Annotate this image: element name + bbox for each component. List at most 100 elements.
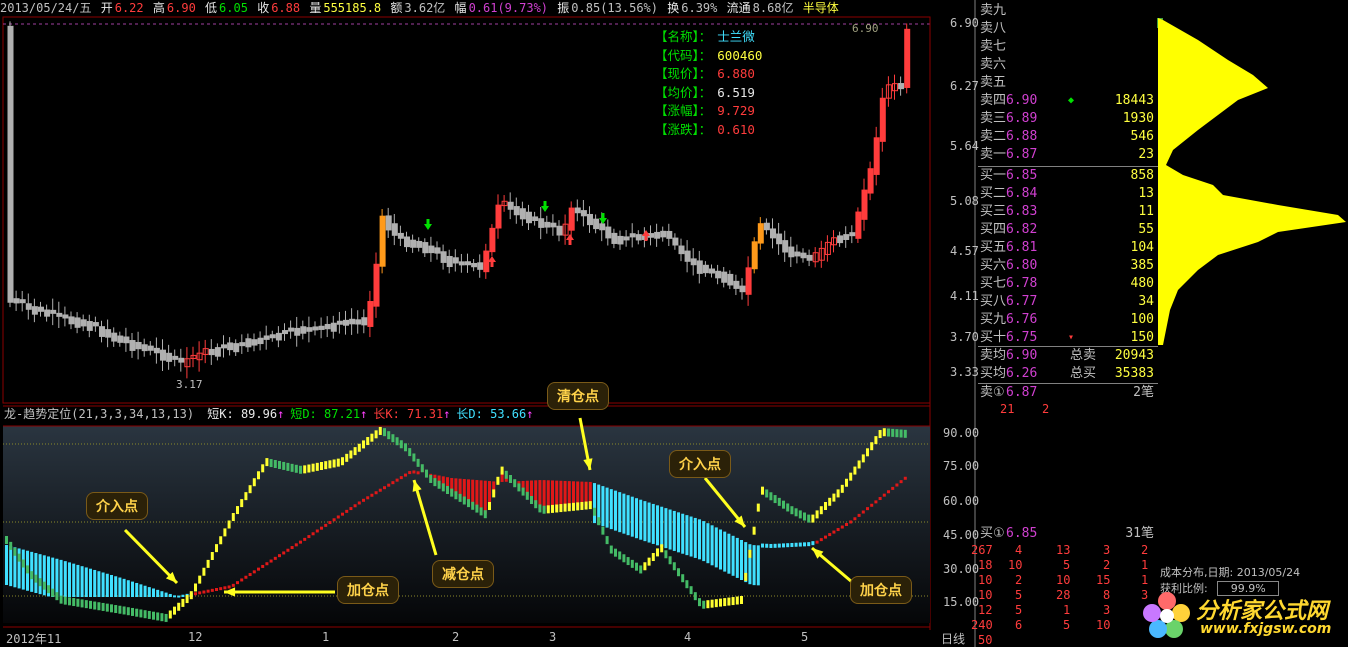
short-line-bar (168, 610, 172, 619)
short-line-bar (244, 492, 248, 501)
candle-body (446, 255, 453, 268)
level-volume: 1930 (1122, 111, 1154, 126)
long-line-bar (311, 532, 315, 536)
order-book-row[interactable]: 买二 6.84 13 (978, 185, 1156, 203)
order-book-row[interactable]: 卖六 (978, 56, 1156, 74)
short-line-bar (630, 559, 634, 568)
long-line-bar (845, 523, 848, 526)
long-line-bar (622, 493, 626, 534)
short-line-bar (462, 496, 466, 505)
candle-body (611, 232, 618, 244)
short-line-bar (832, 493, 836, 502)
long-line-bar (273, 556, 277, 560)
short-line-bar (84, 600, 88, 609)
candle-body (458, 261, 465, 266)
short-line-bar (882, 428, 886, 437)
candle-body (343, 319, 349, 326)
long-line-bar (765, 543, 769, 548)
order-book-row[interactable]: 买一 6.85 858 (978, 167, 1156, 185)
short-line-bar (891, 428, 895, 437)
candle-body (532, 216, 539, 222)
short-line-bar (698, 598, 701, 607)
candle-body (794, 251, 801, 257)
indicator-tick: 90.00 (943, 426, 980, 440)
queue-order: 2 (1015, 573, 1023, 587)
level-price: 6.78 (1006, 276, 1038, 291)
order-book-row[interactable]: 卖八 (978, 20, 1156, 38)
candle-body (757, 223, 764, 244)
long-line-bar (618, 492, 622, 533)
candle-body (733, 280, 740, 289)
long-line-bar (807, 542, 811, 547)
order-book-row[interactable]: 卖四 6.90 18443 ◆ (978, 92, 1156, 110)
short-line-bar (504, 470, 508, 479)
order-book-row[interactable]: 卖三 6.89 1930 (978, 110, 1156, 128)
candle-body (690, 258, 697, 266)
queue-order: 267 (971, 543, 993, 557)
long-line-bar (68, 562, 71, 597)
candle-body (166, 352, 173, 362)
order-book-row[interactable]: 买六 6.80 385 (978, 257, 1156, 275)
long-line-bar (164, 592, 168, 597)
order-book-row[interactable]: 卖七 (978, 38, 1156, 56)
level-marker-icon: ◆ (1068, 95, 1075, 106)
short-line-bar (815, 510, 819, 519)
long-line-bar (349, 507, 353, 511)
order-book-row[interactable]: 卖一 6.87 23 (978, 146, 1156, 164)
short-line-bar (479, 507, 483, 516)
long-line-bar (105, 573, 109, 597)
queue-order: 5 (1063, 618, 1071, 632)
long-line-bar (336, 515, 340, 519)
order-book-row[interactable]: 买三 6.83 11 (978, 203, 1156, 221)
info-row: 【均价】： 6.519 (655, 84, 795, 103)
callout-reduce: 减仓点 (432, 560, 494, 588)
order-book-row[interactable]: 卖二 6.88 546 (978, 128, 1156, 146)
period-button[interactable]: 日线 (941, 630, 965, 647)
order-book-row[interactable]: 买七 6.78 480 (978, 275, 1156, 293)
short-line-bar (748, 549, 752, 558)
long-line-bar (643, 501, 647, 542)
short-line-bar (341, 457, 344, 466)
short-line-bar (588, 501, 592, 510)
short-line-bar (5, 536, 8, 544)
candle-body (172, 355, 179, 360)
long-line-bar (265, 562, 269, 566)
short-line-bar (786, 503, 790, 512)
long-line-bar (240, 578, 244, 582)
short-line-bar (840, 484, 844, 493)
queue-order: 5 (1015, 603, 1023, 617)
level-name: 买四 (980, 222, 1007, 237)
info-key: 【代码】： (655, 47, 712, 63)
long-line-bar (63, 561, 67, 597)
candle-body (477, 262, 484, 270)
order-book-row[interactable]: 买十 6.75 150 ▾ (978, 329, 1156, 347)
order-book-row[interactable]: 买四 6.82 55 (978, 221, 1156, 239)
long-line-bar (786, 543, 790, 548)
order-book-row[interactable]: 买八 6.77 34 (978, 293, 1156, 311)
long-line-bar (59, 559, 63, 597)
long-line-bar (824, 535, 827, 539)
candle-body (428, 245, 435, 254)
long-line-bar (647, 502, 651, 543)
candle-body (873, 137, 880, 175)
order-book-row[interactable]: 卖九 (978, 2, 1156, 20)
short-line-bar (702, 600, 706, 609)
short-line-bar (836, 489, 840, 498)
candle-body (111, 332, 118, 342)
long-line-bar (740, 540, 743, 580)
long-line-bar (362, 498, 365, 502)
short-line-bar (391, 434, 395, 443)
long-line-bar (21, 549, 25, 590)
long-line-bar (206, 589, 210, 593)
info-key: 【现价】： (655, 66, 712, 81)
order-book-row[interactable]: 买五 6.81 104 (978, 239, 1156, 257)
long-line-bar (651, 503, 655, 544)
order-book-row[interactable]: 卖五 (978, 74, 1156, 92)
short-line-bar (429, 474, 433, 483)
order-book-row[interactable]: 买九 6.76 100 (978, 311, 1156, 329)
long-line-bar (408, 471, 412, 475)
level-price: 6.83 (1006, 204, 1038, 219)
long-line-bar (97, 571, 101, 597)
long-line-bar (849, 520, 853, 524)
queue-order: 2 (1141, 543, 1149, 557)
